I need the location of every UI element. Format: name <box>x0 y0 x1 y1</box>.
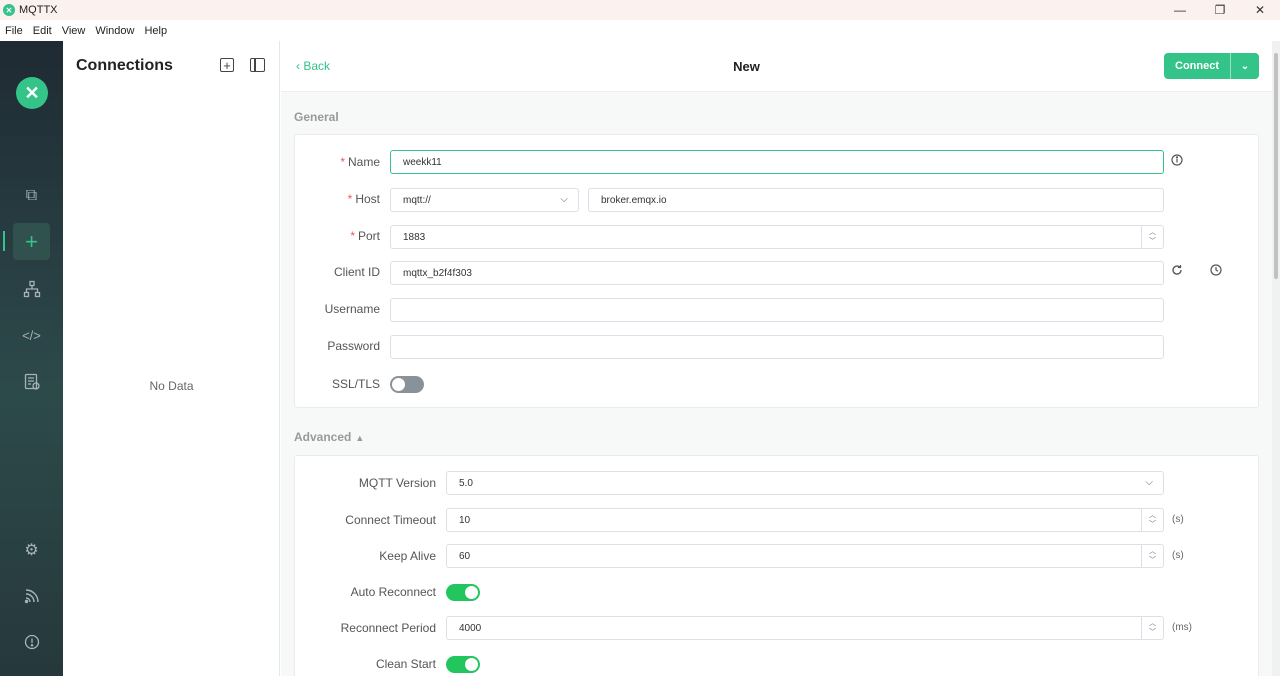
port-input[interactable]: 1883 ︿ ﹀ <box>390 225 1164 249</box>
port-label: * Port <box>350 229 380 243</box>
mqtt-version-select[interactable]: 5.0 ⌵ <box>446 471 1164 495</box>
menu-view[interactable]: View <box>62 25 86 37</box>
connections-panel: Connections + No Data <box>63 41 280 676</box>
window-title: MQTTX <box>19 4 58 16</box>
nav-rail: ✕ ⧉ + </> ⚙ <box>0 41 63 676</box>
clean-start-label: Clean Start <box>375 657 436 671</box>
connect-timeout-stepper[interactable]: ︿ ﹀ <box>1141 509 1163 531</box>
keep-alive-unit: (s) <box>1172 550 1184 561</box>
new-connection-form: ‹ Back New Connect ⌄ General * Name weekk… <box>281 41 1272 676</box>
client-id-label: Client ID <box>333 265 380 279</box>
feed-rss-icon[interactable] <box>13 577 50 614</box>
minimize-button[interactable]: — <box>1160 0 1200 20</box>
ssl-tls-toggle[interactable] <box>390 376 424 393</box>
auto-reconnect-toggle[interactable] <box>446 584 480 601</box>
chevron-down-icon: ⌵ <box>560 194 568 205</box>
menu-bar: File Edit View Window Help <box>0 20 1280 41</box>
keep-alive-label: Keep Alive <box>379 549 436 563</box>
mqttx-logo-icon: ✕ <box>16 77 48 109</box>
mqtt-version-label: MQTT Version <box>358 476 436 490</box>
connect-timeout-unit: (s) <box>1172 514 1184 525</box>
reconnect-period-unit: (ms) <box>1172 622 1192 633</box>
general-card: * Name weekk11 * Host mqtt:// ⌵ broker.emq… <box>294 134 1259 408</box>
host-input[interactable]: broker.emqx.io <box>588 188 1164 212</box>
connect-button-group: Connect ⌄ <box>1164 53 1259 79</box>
chevron-down-icon: ⌵ <box>1145 477 1153 488</box>
clean-start-toggle[interactable] <box>446 656 480 673</box>
scrollbar-thumb[interactable] <box>1274 53 1278 279</box>
menu-window[interactable]: Window <box>95 25 134 37</box>
mqttx-logo-icon: ✕ <box>3 4 15 16</box>
general-section-label: General <box>294 110 339 124</box>
protocol-select[interactable]: mqtt:// ⌵ <box>390 188 579 212</box>
form-header: ‹ Back New Connect ⌄ <box>281 41 1272 92</box>
name-input[interactable]: weekk11 <box>390 150 1164 174</box>
name-label: * Name <box>340 155 380 169</box>
no-data-text: No Data <box>149 379 194 393</box>
connect-timeout-label: Connect Timeout <box>345 513 436 527</box>
menu-help[interactable]: Help <box>144 25 167 37</box>
script-code-icon[interactable]: </> <box>13 317 50 354</box>
toggle-panel-layout-icon[interactable] <box>250 58 265 72</box>
password-input[interactable] <box>390 335 1164 359</box>
menu-edit[interactable]: Edit <box>33 25 52 37</box>
reconnect-period-input[interactable]: 4000 ︿ ﹀ <box>446 616 1164 640</box>
menu-file[interactable]: File <box>5 25 23 37</box>
title-bar: ✕ MQTTX — ❐ ✕ <box>0 0 1280 20</box>
reconnect-period-stepper[interactable]: ︿ ﹀ <box>1141 617 1163 639</box>
window-controls: — ❐ ✕ <box>1160 0 1280 20</box>
reconnect-period-label: Reconnect Period <box>340 621 436 635</box>
username-input[interactable] <box>390 298 1164 322</box>
refresh-icon[interactable] <box>1171 264 1183 279</box>
auto-reconnect-label: Auto Reconnect <box>350 585 436 599</box>
connections-icon[interactable]: ⧉ <box>13 177 50 214</box>
info-icon[interactable] <box>1171 154 1183 169</box>
keep-alive-input[interactable]: 60 ︿ ﹀ <box>446 544 1164 568</box>
chevron-down-icon[interactable]: ⌄ <box>1231 53 1259 79</box>
caret-up-icon: ▲ <box>355 433 365 443</box>
settings-gear-icon[interactable]: ⚙ <box>13 531 50 568</box>
log-icon[interactable] <box>13 363 50 400</box>
maximize-button[interactable]: ❐ <box>1200 0 1240 20</box>
nav-active-indicator <box>3 231 5 251</box>
about-info-icon[interactable] <box>13 623 50 660</box>
connect-button[interactable]: Connect <box>1164 53 1231 79</box>
main-scrollbar[interactable] <box>1272 41 1280 676</box>
password-label: Password <box>327 339 380 353</box>
ssl-tls-label: SSL/TLS <box>331 377 380 391</box>
topology-icon[interactable] <box>13 270 50 307</box>
clock-icon[interactable] <box>1210 264 1222 279</box>
username-label: Username <box>324 302 380 316</box>
page-title: New <box>733 59 760 74</box>
advanced-card: MQTT Version 5.0 ⌵ Connect Timeout 10 ︿ ﹀… <box>294 455 1259 676</box>
client-id-input[interactable]: mqttx_b2f4f303 <box>390 261 1164 285</box>
connect-timeout-input[interactable]: 10 ︿ ﹀ <box>446 508 1164 532</box>
close-button[interactable]: ✕ <box>1240 0 1280 20</box>
new-connection-icon[interactable]: + <box>13 223 50 260</box>
keep-alive-stepper[interactable]: ︿ ﹀ <box>1141 545 1163 567</box>
port-stepper[interactable]: ︿ ﹀ <box>1141 226 1163 248</box>
add-connection-icon[interactable]: + <box>220 58 234 72</box>
advanced-section-label[interactable]: Advanced ▲ <box>294 430 364 444</box>
host-label: * Host <box>347 192 380 206</box>
connections-title: Connections <box>76 57 173 74</box>
